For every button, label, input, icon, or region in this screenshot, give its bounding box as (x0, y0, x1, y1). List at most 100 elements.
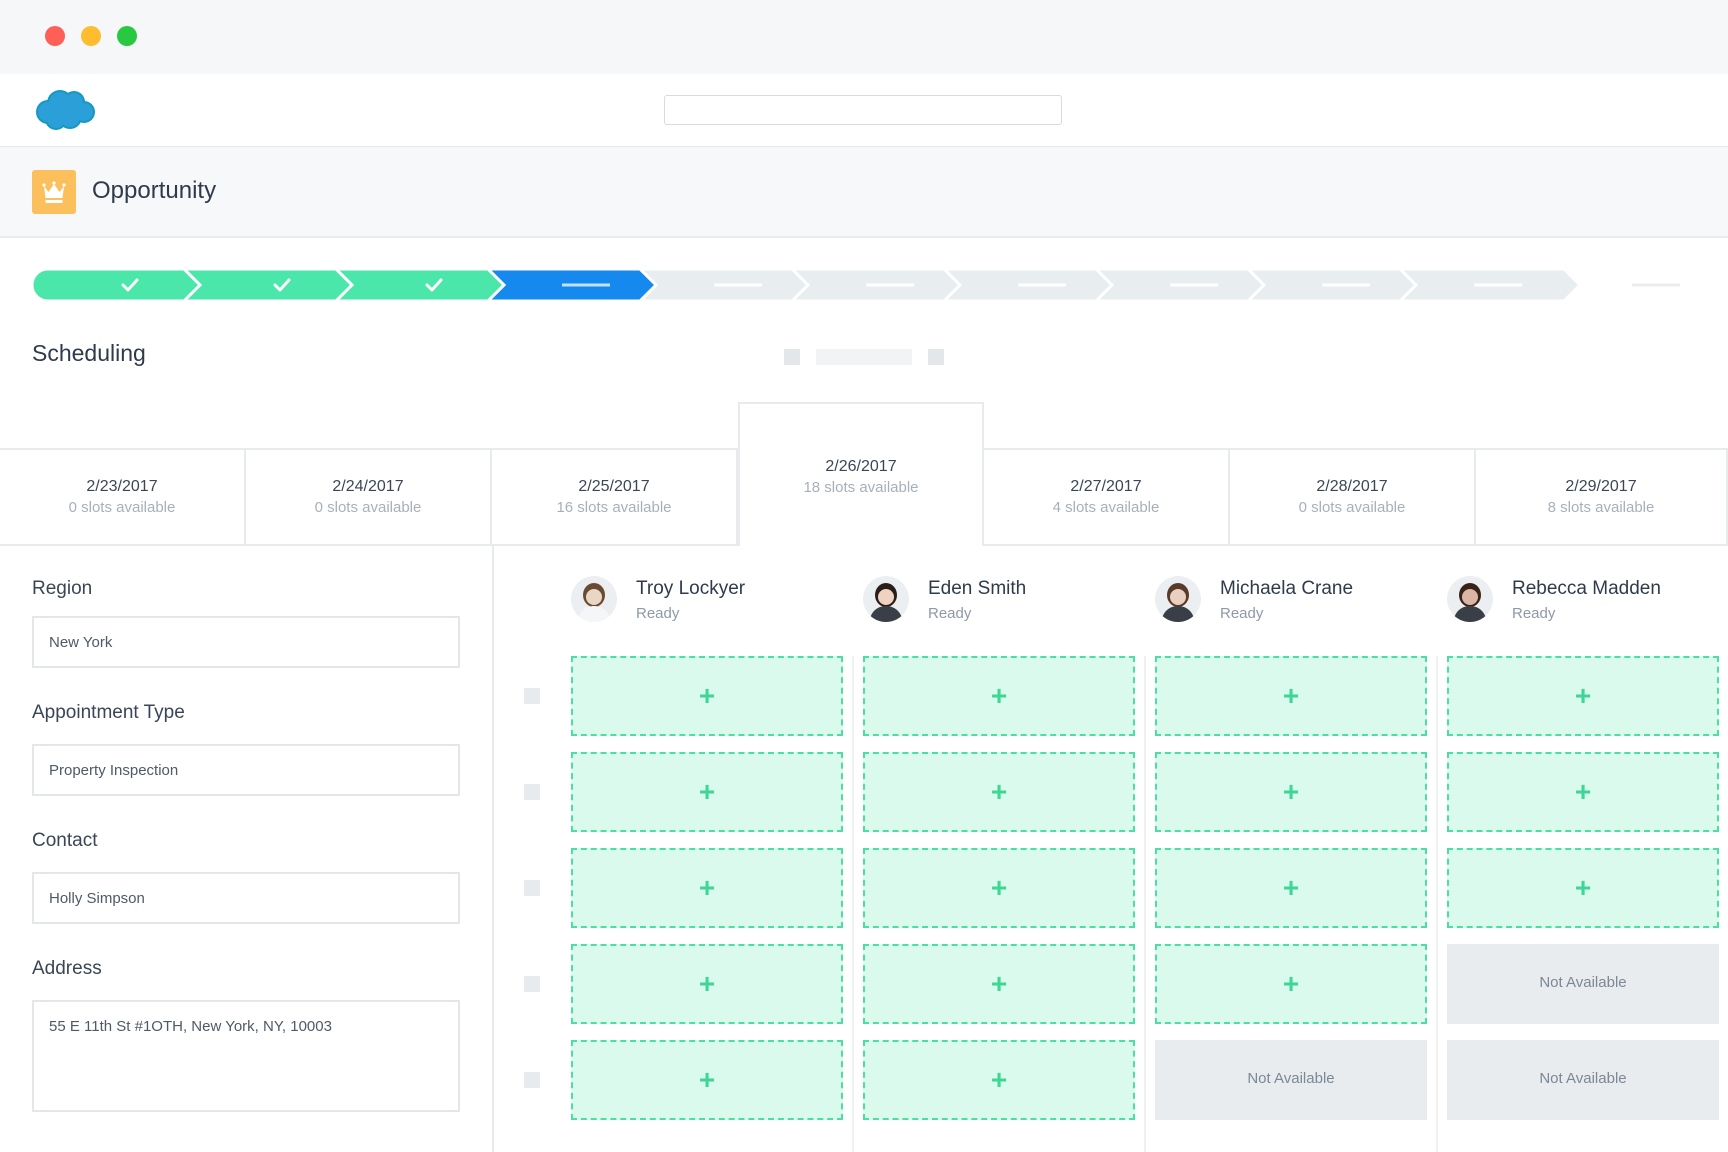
open-slot[interactable]: + (571, 848, 843, 928)
date-tab-6[interactable]: 2/28/2017 0 slots available (1230, 450, 1476, 544)
avatar[interactable] (571, 576, 617, 622)
open-slot[interactable]: + (863, 944, 1135, 1024)
open-slot[interactable]: + (863, 848, 1135, 928)
address-field[interactable]: 55 E 11th St #1OTH, New York, NY, 10003 (32, 1000, 460, 1112)
step-label-placeholder (714, 283, 762, 287)
salesforce-cloud-icon[interactable] (34, 88, 96, 132)
open-slot[interactable]: + (571, 944, 843, 1024)
app-header (0, 74, 1728, 147)
open-slot[interactable]: + (1447, 752, 1719, 832)
date-tab-7[interactable]: 2/29/2017 8 slots available (1476, 450, 1728, 544)
open-slot[interactable]: + (571, 1040, 843, 1120)
scheduling-form: Region New York Appointment Type Propert… (0, 544, 494, 1152)
address-value: 55 E 11th St #1OTH, New York, NY, 10003 (49, 1018, 332, 1035)
not-available-label: Not Available (1247, 1070, 1335, 1087)
date-tab-4[interactable]: 2/26/2017 18 slots available (738, 402, 984, 546)
open-slot[interactable]: + (571, 656, 843, 736)
contact-label: Contact (32, 830, 98, 851)
plus-icon: + (1282, 872, 1300, 903)
date-tab-3[interactable]: 2/25/2017 16 slots available (492, 450, 738, 544)
crown-icon (32, 170, 76, 214)
step-label-placeholder (866, 283, 914, 287)
resource-status: Ready (1220, 605, 1264, 622)
date-label: 2/24/2017 (332, 478, 404, 495)
page-title: Opportunity (92, 177, 217, 204)
step-label-placeholder (1322, 283, 1370, 287)
region-value: New York (49, 634, 113, 651)
unavailable-slot: Not Available (1155, 1040, 1427, 1120)
column-divider (1144, 656, 1146, 1152)
date-strip: 2/23/2017 0 slots available 2/24/2017 0 slo… (0, 402, 1728, 546)
slots-available: 8 slots available (1547, 499, 1655, 516)
resource-name: Eden Smith (928, 578, 1027, 599)
date-tab-5[interactable]: 2/27/2017 4 slots available (984, 450, 1230, 544)
minimize-window-button[interactable] (81, 26, 101, 46)
plus-icon: + (1574, 680, 1592, 711)
previous-week-button[interactable] (784, 349, 800, 365)
mark-status-placeholder[interactable] (1632, 283, 1680, 287)
appointment-type-value: Property Inspection (49, 762, 179, 779)
resource-name: Troy Lockyer (636, 578, 746, 599)
next-week-button[interactable] (928, 349, 944, 365)
close-window-button[interactable] (45, 26, 65, 46)
step-label-placeholder (1474, 283, 1522, 287)
slots-available: 18 slots available (803, 479, 919, 496)
avatar[interactable] (1447, 576, 1493, 622)
column-divider (1436, 656, 1438, 1152)
open-slot[interactable]: + (863, 656, 1135, 736)
plus-icon: + (698, 872, 716, 903)
contact-value: Holly Simpson (49, 890, 145, 907)
date-label: 2/26/2017 (825, 458, 897, 475)
resource-status: Ready (636, 605, 680, 622)
open-slot[interactable]: + (1447, 848, 1719, 928)
step-label-placeholder (1018, 283, 1066, 287)
date-tab-1[interactable]: 2/23/2017 0 slots available (0, 450, 246, 544)
address-label: Address (32, 958, 102, 979)
open-slot[interactable]: + (1155, 752, 1427, 832)
date-label: 2/29/2017 (1565, 478, 1637, 495)
maximize-window-button[interactable] (117, 26, 137, 46)
slots-available: 0 slots available (68, 499, 176, 516)
open-slot[interactable]: + (1155, 848, 1427, 928)
region-label: Region (32, 578, 93, 599)
step-label-placeholder (1170, 283, 1218, 287)
time-slot-marker (524, 784, 540, 800)
plus-icon: + (990, 872, 1008, 903)
avatar[interactable] (863, 576, 909, 622)
date-tab-2[interactable]: 2/24/2017 0 slots available (246, 450, 492, 544)
window-titlebar (0, 0, 1728, 74)
open-slot[interactable]: + (1155, 944, 1427, 1024)
resource-status: Ready (1512, 605, 1556, 622)
slots-available: 0 slots available (1298, 499, 1406, 516)
date-label: 2/27/2017 (1070, 478, 1142, 495)
not-available-label: Not Available (1539, 1070, 1627, 1087)
unavailable-slot: Not Available (1447, 944, 1719, 1024)
appointment-type-field[interactable]: Property Inspection (32, 744, 460, 796)
record-header: Opportunity (0, 147, 1728, 238)
not-available-label: Not Available (1539, 974, 1627, 991)
date-label: 2/25/2017 (578, 478, 650, 495)
plus-icon: + (698, 1064, 716, 1095)
plus-icon: + (1574, 872, 1592, 903)
plus-icon: + (990, 968, 1008, 999)
date-label: 2/28/2017 (1316, 478, 1388, 495)
contact-field[interactable]: Holly Simpson (32, 872, 460, 924)
avatar[interactable] (1155, 576, 1201, 622)
global-search-input[interactable] (664, 95, 1062, 125)
open-slot[interactable]: + (863, 752, 1135, 832)
plus-icon: + (698, 968, 716, 999)
slots-available: 16 slots available (556, 499, 672, 516)
open-slot[interactable]: + (1447, 656, 1719, 736)
open-slot[interactable]: + (571, 752, 843, 832)
slots-available: 4 slots available (1052, 499, 1160, 516)
sales-path (32, 269, 1712, 301)
open-slot[interactable]: + (863, 1040, 1135, 1120)
plus-icon: + (990, 680, 1008, 711)
region-field[interactable]: New York (32, 616, 460, 668)
week-range-label (816, 349, 912, 365)
time-slot-marker (524, 1072, 540, 1088)
open-slot[interactable]: + (1155, 656, 1427, 736)
column-divider (852, 656, 854, 1152)
appointment-type-label: Appointment Type (32, 702, 185, 723)
resource-name: Rebecca Madden (1512, 578, 1661, 599)
